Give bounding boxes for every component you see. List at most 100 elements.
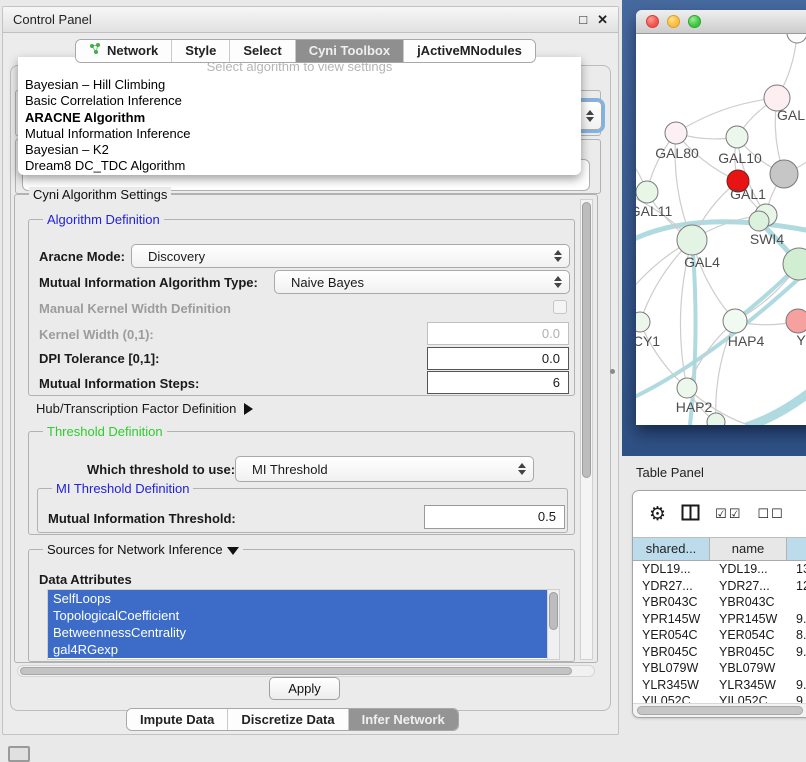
data-attribute-item[interactable]: SelfLoops [48, 590, 559, 607]
table-cell: YER054C [710, 627, 787, 644]
algorithm-popup-list: Bayesian – Hill ClimbingBasic Correlatio… [18, 77, 581, 175]
mi-algorithm-type-select[interactable]: Naive Bayes [274, 270, 570, 294]
minimized-panel-icon[interactable] [8, 746, 30, 762]
table-row[interactable]: YDL19...YDL19...13 [633, 561, 806, 578]
mi-threshold-label: Mutual Information Threshold: [48, 511, 236, 526]
settings-group-title: Cyni Algorithm Settings [29, 187, 171, 202]
network-node-label: GAL1 [730, 186, 766, 202]
settings-horizontal-scrollbar[interactable] [17, 665, 595, 677]
table-row[interactable]: YPR145WYPR145W9. [633, 611, 806, 628]
algorithm-option[interactable]: Basic Correlation Inference [18, 93, 581, 109]
tab-infer-network[interactable]: Infer Network [348, 709, 458, 730]
network-tab-icon [89, 40, 102, 62]
dpi-tolerance-input[interactable]: 0.0 [427, 347, 569, 370]
minimize-window-icon[interactable] [667, 15, 680, 28]
network-node-GAL4[interactable] [677, 225, 707, 255]
panel-splitter-handle[interactable] [610, 369, 615, 374]
data-attributes-list[interactable]: SelfLoopsTopologicalCoefficientBetweenne… [47, 589, 560, 660]
network-node-top-circle[interactable] [787, 34, 806, 43]
table-cell: YLR345W [710, 677, 787, 694]
sources-groupbox: Sources for Network Inference Data Attri… [28, 549, 575, 662]
select-all-checks-icon[interactable]: ☑☑ [715, 507, 742, 522]
network-node-GAL10[interactable] [726, 126, 748, 148]
manual-kernel-width-checkbox[interactable] [553, 300, 567, 314]
network-view-window[interactable]: GALGAL80GAL10GAL1GAL11SWI4GAL4GCY1HAP4YH… [636, 10, 806, 425]
algorithm-option[interactable]: ARACNE Algorithm [18, 110, 581, 126]
network-node-GAL80[interactable] [665, 122, 687, 144]
tab-style[interactable]: Style [171, 40, 229, 62]
table-cell [787, 660, 806, 677]
tab-discretize-data[interactable]: Discretize Data [227, 709, 347, 730]
network-edge-highlighted[interactable] [636, 272, 806, 400]
table-cell: YDR27... [633, 578, 710, 595]
column-header-shared-name[interactable]: shared... [633, 538, 710, 560]
table-cell [787, 594, 806, 611]
which-threshold-select[interactable]: MI Threshold [235, 456, 534, 482]
algorithm-option[interactable]: Mutual Information Inference [18, 126, 581, 142]
control-panel-titlebar: Control Panel □ ✕ [3, 7, 618, 33]
algorithm-option[interactable]: Bayesian – K2 [18, 142, 581, 158]
close-window-icon[interactable] [646, 15, 659, 28]
network-node-GCY1[interactable] [636, 312, 650, 332]
hub-definition-expander[interactable]: Hub/Transcription Factor Definition [36, 401, 253, 416]
network-node-label: HAP4 [728, 333, 765, 349]
column-header-name[interactable]: name [710, 538, 787, 560]
table-row[interactable]: YBR045CYBR045C9. [633, 644, 806, 661]
table-horizontal-scrollbar[interactable] [633, 703, 806, 717]
table-row[interactable]: YBR043CYBR043C [633, 594, 806, 611]
gear-icon[interactable]: ⚙ [649, 503, 666, 525]
table-window: ⚙ ☑☑ ☐☐ shared... name YDL19...YDL19...1… [632, 490, 806, 718]
algorithm-option[interactable]: Dream8 DC_TDC Algorithm [18, 158, 581, 174]
data-attribute-item[interactable]: TopologicalCoefficient [48, 607, 559, 624]
table-row[interactable]: YBL079WYBL079W [633, 660, 806, 677]
data-attribute-item[interactable]: gal4RGexp [48, 641, 559, 658]
table-row[interactable]: YER054CYER054C8. [633, 627, 806, 644]
apply-button[interactable]: Apply [269, 677, 340, 700]
sources-title[interactable]: Sources for Network Inference [43, 542, 243, 557]
table-row[interactable]: YDR27...YDR27...12 [633, 578, 806, 595]
network-node-HAP4[interactable] [723, 309, 747, 333]
mi-threshold-groupbox: MI Threshold Definition Mutual Informati… [37, 488, 568, 533]
tab-jactivemnodules[interactable]: jActiveMNodules [403, 40, 535, 62]
network-node-Y[interactable] [786, 309, 806, 333]
network-edge-highlighted[interactable] [746, 379, 806, 425]
table-cell: 9. [787, 644, 806, 661]
table-toolbar: ⚙ ☑☑ ☐☐ [633, 491, 806, 537]
settings-vertical-scrollbar[interactable] [580, 199, 593, 660]
network-canvas[interactable]: GALGAL80GAL10GAL1GAL11SWI4GAL4GCY1HAP4YH… [636, 34, 806, 425]
network-node-SWI4[interactable] [749, 211, 769, 231]
network-node-HAP2[interactable] [677, 378, 697, 398]
tab-impute-data[interactable]: Impute Data [127, 709, 227, 730]
split-columns-icon[interactable] [681, 504, 700, 524]
table-cell: YBR045C [710, 644, 787, 661]
tab-select[interactable]: Select [229, 40, 294, 62]
network-node-label: GAL80 [655, 145, 699, 161]
table-cell: YBL079W [633, 660, 710, 677]
table-cell: YLR345W [633, 677, 710, 694]
network-node-label: SWI4 [750, 231, 784, 247]
attributes-scrollbar[interactable] [547, 590, 559, 659]
table-row[interactable]: YLR345WYLR345W9. [633, 677, 806, 694]
network-node-label: HAP2 [676, 399, 713, 415]
mi-steps-label: Mutual Information Steps: [39, 376, 199, 391]
deselect-all-checks-icon[interactable]: ☐☐ [757, 507, 784, 522]
network-window-titlebar [636, 10, 806, 34]
algorithm-option[interactable]: Bayesian – Hill Climbing [18, 77, 581, 93]
combo-stepper-icon [554, 276, 562, 288]
zoom-window-icon[interactable] [688, 15, 701, 28]
tab-cyni-toolbox[interactable]: Cyni Toolbox [295, 40, 403, 62]
table-header-row: shared... name [633, 537, 806, 561]
network-edge[interactable] [676, 98, 777, 133]
network-node-gray-node[interactable] [770, 160, 798, 188]
aracne-mode-select[interactable]: Discovery [131, 244, 570, 268]
column-header-partial[interactable] [787, 538, 806, 560]
tab-network[interactable]: Network [76, 40, 171, 62]
network-node-GAL11[interactable] [636, 181, 658, 203]
data-attribute-item[interactable]: BetweennessCentrality [48, 624, 559, 641]
data-attributes-label: Data Attributes [39, 572, 132, 587]
float-panel-icon[interactable]: □ [579, 7, 587, 33]
close-panel-icon[interactable]: ✕ [597, 7, 608, 33]
kernel-width-input[interactable]: 0.0 [427, 322, 569, 345]
mi-threshold-input[interactable]: 0.5 [424, 505, 565, 529]
mi-steps-input[interactable]: 6 [427, 371, 569, 394]
